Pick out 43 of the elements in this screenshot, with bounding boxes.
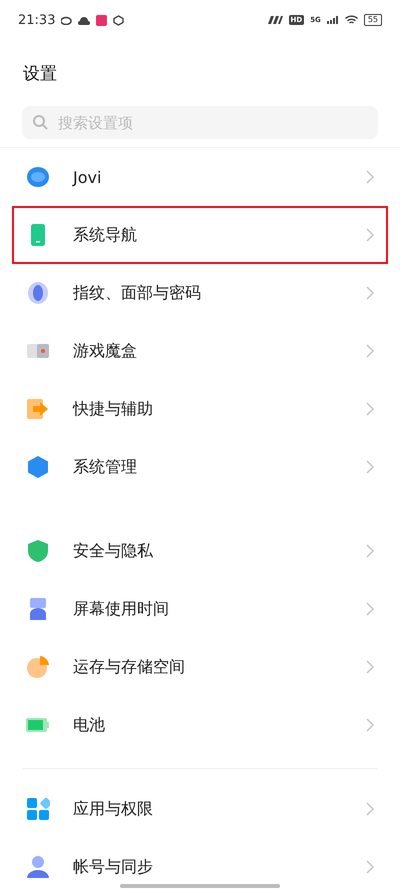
cloud-icon: [78, 16, 90, 24]
settings-row[interactable]: 帐号与同步: [12, 838, 388, 889]
chevron-icon: [366, 544, 374, 558]
chevron-icon: [366, 860, 374, 874]
chevron-icon: [366, 402, 374, 416]
settings-row[interactable]: 游戏魔盒: [12, 322, 388, 380]
settings-row[interactable]: 应用与权限: [12, 780, 388, 838]
settings-row[interactable]: 快捷与辅助: [12, 380, 388, 438]
settings-row[interactable]: 指纹、面部与密码: [12, 264, 388, 322]
app-icon: [96, 14, 108, 26]
pie-chart-icon: [26, 655, 50, 679]
chevron-icon: [366, 460, 374, 474]
fingerprint-icon: [26, 281, 50, 305]
settings-row[interactable]: 电池: [12, 696, 388, 754]
shield-icon: [26, 539, 50, 563]
settings-row[interactable]: Jovi: [12, 148, 388, 206]
settings-row[interactable]: 系统导航: [12, 206, 388, 264]
chevron-icon: [366, 286, 374, 300]
blob-icon: [26, 165, 50, 189]
hexagon-icon: [113, 14, 124, 26]
page-title: 设置: [23, 64, 57, 84]
wifi-icon: [344, 15, 358, 25]
hexagon-icon: [26, 455, 50, 479]
chevron-icon: [366, 660, 374, 674]
settings-row[interactable]: 系统管理: [12, 438, 388, 496]
settings-row[interactable]: 运存与存储空间: [12, 638, 388, 696]
chevron-icon: [366, 802, 374, 816]
person-icon: [26, 855, 50, 879]
settings-row[interactable]: 安全与隐私: [12, 522, 388, 580]
chevron-icon: [366, 170, 374, 184]
arrow-icon: [26, 397, 50, 421]
signal-bars-icon: [266, 16, 283, 24]
search-field[interactable]: 搜索设置项: [22, 106, 378, 139]
battery-level: 55: [364, 14, 382, 26]
chevron-icon: [366, 602, 374, 616]
chevron-icon: [366, 718, 374, 732]
apps-icon: [26, 797, 50, 821]
search-icon: [32, 114, 48, 130]
chevron-icon: [366, 344, 374, 358]
chevron-icon: [366, 228, 374, 242]
clock: 21:33: [18, 12, 56, 28]
settings-row[interactable]: 屏幕使用时间: [12, 580, 388, 638]
signal-icon: [326, 16, 339, 24]
